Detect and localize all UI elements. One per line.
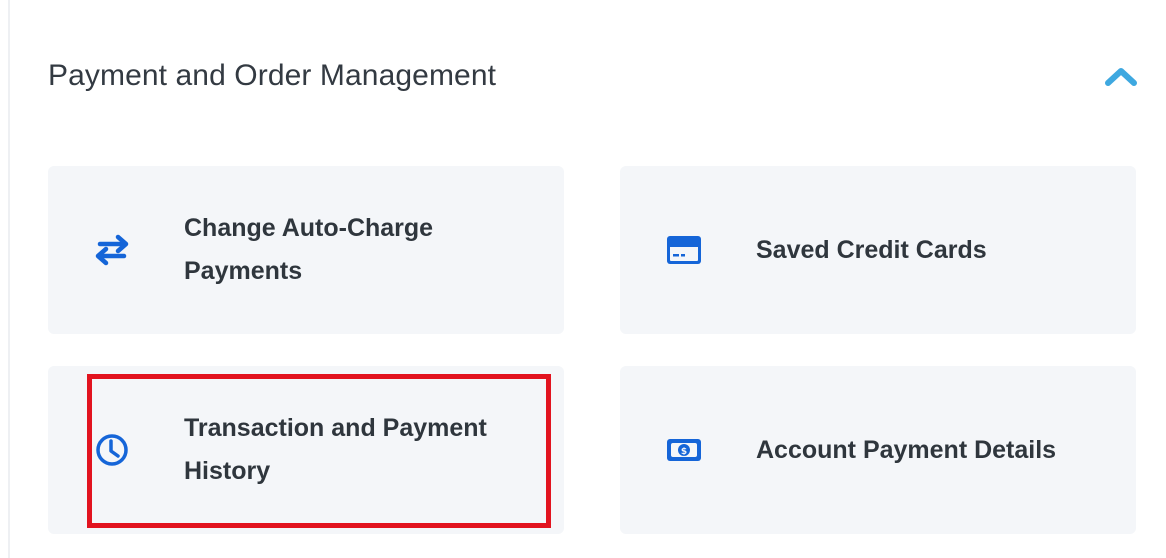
card-label: Account Payment Details (756, 435, 1057, 464)
card-account-payment-details[interactable]: $ Account Payment Details (620, 366, 1136, 534)
card-label: Change Auto-Charge Payments (184, 214, 434, 285)
section-title: Payment and Order Management (48, 59, 497, 92)
collapse-toggle-button[interactable] (1090, 52, 1138, 100)
money-bill-icon: $ (664, 430, 704, 470)
clock-icon (92, 430, 132, 470)
section-header: Payment and Order Management (48, 48, 1138, 104)
card-label: Saved Credit Cards (756, 235, 987, 264)
chevron-up-icon (1105, 68, 1137, 86)
card-saved-credit-cards[interactable]: Saved Credit Cards (620, 166, 1136, 334)
card-transaction-and-payment-history[interactable]: Transaction and Payment History (48, 366, 564, 534)
card-label: Transaction and Payment History (184, 414, 487, 485)
svg-text:$: $ (681, 447, 687, 457)
credit-card-icon (664, 230, 704, 270)
card-change-auto-charge-payments[interactable]: Change Auto-Charge Payments (48, 166, 564, 334)
swap-arrows-icon (92, 230, 132, 270)
left-divider (8, 0, 10, 558)
